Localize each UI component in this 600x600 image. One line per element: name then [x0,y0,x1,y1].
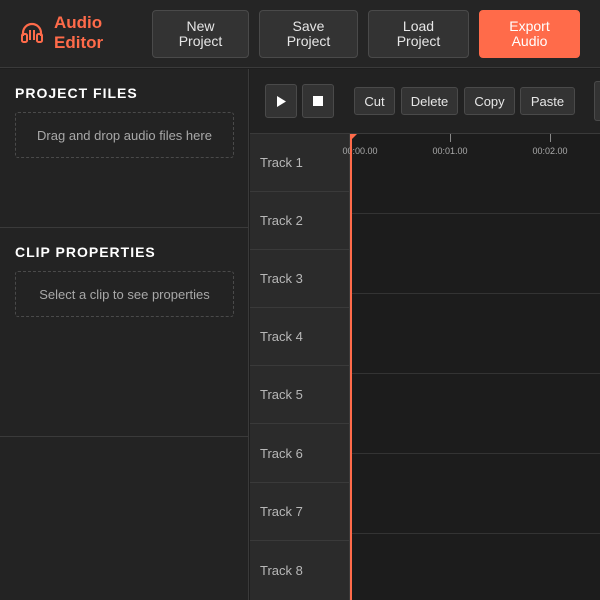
track-lane-4[interactable] [351,374,600,454]
app-logo: Audio Editor [20,13,114,53]
load-project-label: Load Project [396,18,441,49]
overflow-button[interactable] [594,81,600,121]
clip-properties-title: CLIP PROPERTIES [15,244,156,260]
track-label-8[interactable]: Track 8 [250,541,349,600]
app-title: Audio Editor [54,13,104,52]
track-lane-5[interactable] [351,454,600,534]
playhead[interactable] [350,134,352,600]
export-audio-button[interactable]: Export Audio [479,10,580,58]
stop-button[interactable] [302,84,334,118]
track-label-1[interactable]: Track 1 [250,134,349,192]
project-files-panel: PROJECT FILES Drag and drop audio files … [0,69,249,228]
headphones-icon [21,22,43,43]
sidebar: PROJECT FILES Drag and drop audio files … [0,69,249,600]
track-lane-1[interactable] [351,134,600,214]
track-label-2[interactable]: Track 2 [250,192,349,250]
track-label-3[interactable]: Track 3 [250,250,349,308]
project-files-title: PROJECT FILES [15,85,138,101]
playhead-handle[interactable] [350,134,357,141]
clip-properties-panel: CLIP PROPERTIES Select a clip to see pro… [0,228,249,437]
save-project-label: Save Project [286,18,331,49]
play-icon [277,95,286,107]
track-lane-2[interactable] [351,214,600,294]
save-project-button[interactable]: Save Project [259,10,358,58]
track-list: Track 1 Track 2 Track 3 Track 4 Track 5 … [250,134,350,600]
clip-properties-placeholder: Select a clip to see properties [15,271,234,317]
track-lane-6[interactable] [351,534,600,600]
new-project-button[interactable]: New Project [152,10,249,58]
load-project-button[interactable]: Load Project [368,10,469,58]
track-label-4[interactable]: Track 4 [250,308,349,366]
track-label-7[interactable]: Track 7 [250,483,349,541]
play-button[interactable] [265,84,297,118]
cut-button[interactable]: Cut [354,87,395,115]
export-audio-label: Export Audio [509,18,550,49]
track-label-5[interactable]: Track 5 [250,366,349,424]
file-dropzone[interactable]: Drag and drop audio files here [15,112,234,158]
track-label-6[interactable]: Track 6 [250,424,349,483]
stop-icon [313,96,323,106]
copy-button[interactable]: Copy [464,87,515,115]
track-lane-3[interactable] [351,294,600,374]
delete-button[interactable]: Delete [401,87,458,115]
app-header: Audio Editor New Project Save Project Lo… [0,0,600,68]
paste-button[interactable]: Paste [520,87,575,115]
timeline[interactable]: 00:00.00 00:01.00 00:02.00 [342,134,600,600]
new-project-label: New Project [178,18,223,49]
